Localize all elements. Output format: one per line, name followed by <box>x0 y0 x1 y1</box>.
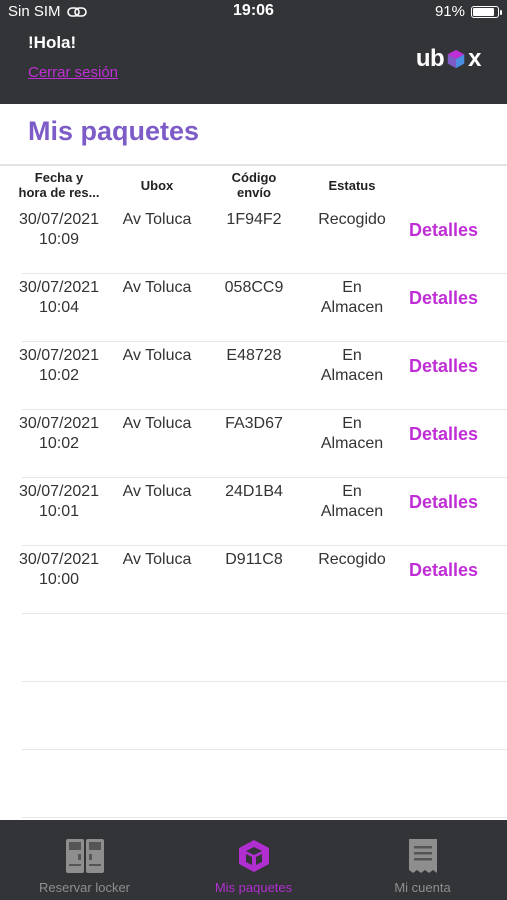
cell-codigo: 24D1B4 <box>225 483 283 500</box>
table-row: 30/07/2021 10:09 Av Toluca 1F94F2 Recogido D… <box>0 206 507 274</box>
table-row: 30/07/2021 10:02 Av Toluca E48728 En Almace… <box>0 342 507 410</box>
receipt-icon <box>338 838 507 876</box>
battery-fill <box>473 7 494 16</box>
cell-codigo: E48728 <box>226 347 282 364</box>
tab-bar: Reservar locker Mis paquetes Mi cuenta <box>0 820 507 900</box>
empty-row <box>0 682 507 750</box>
details-button[interactable]: Detalles <box>409 560 478 581</box>
cube-logo-icon <box>447 49 465 69</box>
cell-fecha: 30/07/2021 10:01 <box>18 483 100 520</box>
empty-row <box>0 750 507 818</box>
page-title: Mis paquetes <box>28 116 200 146</box>
table-row: 30/07/2021 10:00 Av Toluca D911C8 Recogido D… <box>0 546 507 614</box>
status-bar: Sin SIM 19:06 91% <box>0 0 507 24</box>
screen: Sin SIM 19:06 91% !Hola! Cerrar sesión u… <box>0 0 507 900</box>
cell-estatus: Recogido <box>318 211 386 228</box>
battery-icon <box>471 5 502 18</box>
battery-percent: 91% <box>434 3 465 20</box>
cell-estatus: Recogido <box>318 551 386 568</box>
cell-ubox: Av Toluca <box>122 211 192 228</box>
greeting: !Hola! <box>28 33 77 52</box>
status-time: 19:06 <box>233 2 274 19</box>
cell-estatus: En Almacen <box>320 415 384 452</box>
tab-mi-cuenta[interactable]: Mi cuenta <box>338 820 507 900</box>
details-button[interactable]: Detalles <box>409 288 478 309</box>
table-row: 30/07/2021 10:01 Av Toluca 24D1B4 En Almace… <box>0 478 507 546</box>
logo-text-left: ub <box>415 45 445 72</box>
table-body: 30/07/2021 10:09 Av Toluca 1F94F2 Recogido D… <box>0 206 507 614</box>
cell-fecha: 30/07/2021 10:02 <box>18 415 100 452</box>
empty-row <box>0 614 507 682</box>
details-button[interactable]: Detalles <box>409 492 478 513</box>
cell-ubox: Av Toluca <box>122 279 192 296</box>
cell-fecha: 30/07/2021 10:00 <box>18 551 100 588</box>
packages-table: Fecha y hora de res... Ubox Código envío… <box>0 166 507 818</box>
cell-codigo: 1F94F2 <box>226 211 282 228</box>
details-button[interactable]: Detalles <box>409 220 478 241</box>
table-header: Fecha y hora de res... Ubox Código envío… <box>0 166 507 206</box>
cell-codigo: 058CC9 <box>224 279 284 296</box>
col-header-fecha: Fecha y hora de res... <box>18 170 100 200</box>
details-button[interactable]: Detalles <box>409 356 478 377</box>
cell-estatus: En Almacen <box>320 483 384 520</box>
cell-codigo: FA3D67 <box>225 415 283 432</box>
cell-codigo: D911C8 <box>225 551 283 568</box>
logo-text-right: x <box>468 45 481 72</box>
package-icon <box>169 838 338 876</box>
locker-icon <box>0 838 169 876</box>
col-header-estatus: Estatus <box>328 178 376 193</box>
tab-reservar-locker[interactable]: Reservar locker <box>0 820 169 900</box>
tab-label: Mi cuenta <box>394 880 451 895</box>
cell-estatus: En Almacen <box>320 347 384 384</box>
cell-fecha: 30/07/2021 10:02 <box>18 347 100 384</box>
cell-estatus: En Almacen <box>320 279 384 316</box>
tab-mis-paquetes[interactable]: Mis paquetes <box>169 820 338 900</box>
table-row: 30/07/2021 10:04 Av Toluca 058CC9 En Almace… <box>0 274 507 342</box>
cell-ubox: Av Toluca <box>122 415 192 432</box>
tab-label: Reservar locker <box>38 880 131 895</box>
status-right: 91% <box>434 3 502 20</box>
cell-ubox: Av Toluca <box>122 347 192 364</box>
cell-ubox: Av Toluca <box>122 551 192 568</box>
cell-fecha: 30/07/2021 10:09 <box>18 211 100 248</box>
details-button[interactable]: Detalles <box>409 424 478 445</box>
logout-link[interactable]: Cerrar sesión <box>28 64 118 81</box>
col-header-codigo: Código envío <box>231 170 277 200</box>
app-header: Sin SIM 19:06 91% !Hola! Cerrar sesión u… <box>0 0 507 104</box>
ubox-logo: ub x <box>415 45 482 73</box>
cell-ubox: Av Toluca <box>122 483 192 500</box>
cell-fecha: 30/07/2021 10:04 <box>18 279 100 316</box>
col-header-ubox: Ubox <box>140 178 174 193</box>
table-row: 30/07/2021 10:02 Av Toluca FA3D67 En Almace… <box>0 410 507 478</box>
tab-label: Mis paquetes <box>214 880 293 895</box>
